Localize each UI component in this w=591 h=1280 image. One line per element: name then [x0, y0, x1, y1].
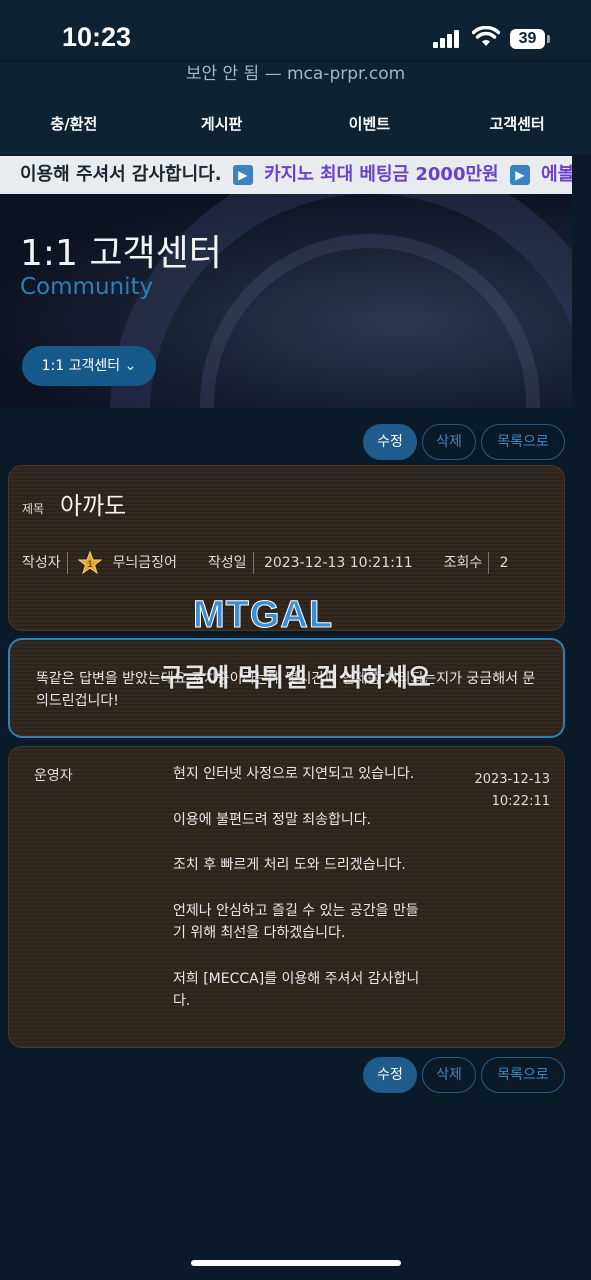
views-label: 조회수 [443, 555, 483, 571]
action-buttons-top: 수정 삭제 목록으로 [363, 424, 565, 460]
author-name[interactable]: 무늬금징어 [113, 555, 177, 571]
nav-item-event[interactable]: 이벤트 [296, 92, 444, 154]
play-icon: ▶ [509, 165, 530, 185]
nav-item-support[interactable]: 고객센터 [443, 92, 591, 154]
edit-button[interactable]: 수정 [363, 1057, 417, 1093]
chevron-down-icon: ⌄ [124, 358, 137, 374]
marquee-text: 카지노 최대 베팅금 2000만원 [264, 164, 499, 185]
post-title: 아까도 [60, 492, 127, 520]
category-dropdown[interactable]: 1:1 고객센터 ⌄ [22, 346, 156, 386]
wifi-icon [472, 26, 500, 46]
reply-date: 2023-12-13 [474, 772, 550, 787]
reply-time: 10:22:11 [491, 794, 550, 809]
home-indicator[interactable] [191, 1260, 401, 1266]
reply-card: 운영자 현지 인터넷 사정으로 지연되고 있습니다. 이용에 불편드려 정말 죄… [8, 746, 565, 1048]
reply-body: 현지 인터넷 사정으로 지연되고 있습니다. 이용에 불편드려 정말 죄송합니다… [173, 763, 423, 1036]
battery-icon: 39 [510, 29, 545, 49]
reply-timestamp: 2023-12-13 10:22:11 [474, 769, 550, 813]
reply-paragraph: 현지 인터넷 사정으로 지연되고 있습니다. [173, 766, 415, 782]
battery-nub [547, 35, 550, 43]
level-number: 1 [88, 559, 93, 569]
watermark-logo: MTGAL [192, 594, 393, 638]
title-label: 제목 [22, 502, 45, 516]
nav-item-board[interactable]: 게시판 [148, 92, 296, 154]
delete-button[interactable]: 삭제 [422, 1057, 476, 1093]
author-label: 작성자 [22, 555, 61, 571]
post-meta: 작성자 1 무늬금징어 작성일 2023-12-13 10:21:11 조회수 … [22, 551, 509, 575]
play-icon: ▶ [232, 165, 253, 185]
reply-paragraph: 조치 후 빠르게 처리 도와 드리겠습니다. [173, 857, 406, 873]
action-buttons-bottom: 수정 삭제 목록으로 [363, 1057, 565, 1093]
reply-author: 운영자 [34, 768, 73, 784]
cellular-signal-icon [433, 30, 463, 48]
page-title: 1:1 고객센터 [20, 233, 222, 274]
back-to-list-button[interactable]: 목록으로 [481, 424, 565, 460]
status-time: 10:23 [62, 22, 132, 52]
back-to-list-button[interactable]: 목록으로 [481, 1057, 565, 1093]
nav-item-deposit[interactable]: 충/환전 [0, 92, 148, 154]
page-subtitle: Community [20, 274, 154, 300]
date-label: 작성일 [207, 555, 247, 571]
notice-marquee: 이용해 주셔서 감사합니다. ▶ 카지노 최대 베팅금 2000만원 ▶ 에볼루… [0, 156, 572, 194]
views-count: 2 [499, 555, 509, 571]
status-bar: 10:23 39 [0, 0, 591, 60]
post-date: 2023-12-13 10:21:11 [263, 555, 413, 571]
edit-button[interactable]: 수정 [363, 424, 417, 460]
marquee-text: 이용해 주셔서 감사합니다. [20, 164, 222, 185]
reply-paragraph: 저희 [MECCA]를 이용해 주셔서 감사합니다. [173, 970, 420, 1010]
watermark-text: 구글에 먹튀갤 검색하세요 [160, 663, 431, 692]
level-star-icon: 1 [78, 551, 103, 575]
marquee-text: 에볼루선 [541, 164, 572, 185]
reply-paragraph: 이용에 불편드려 정말 죄송합니다. [173, 811, 372, 828]
top-nav: 충/환전 게시판 이벤트 고객센터 [0, 92, 591, 154]
watermark-logo-text: MTGAL [192, 594, 334, 637]
page-banner: 1:1 고객센터 Community 1:1 고객센터 ⌄ [0, 194, 572, 408]
browser-url[interactable]: 보안 안 됨 — mca-prpr.com [0, 62, 591, 92]
delete-button[interactable]: 삭제 [422, 424, 476, 460]
category-dropdown-label: 1:1 고객센터 [41, 358, 121, 374]
reply-paragraph: 언제나 안심하고 즐길 수 있는 공간을 만들기 위해 최선을 다하겠습니다. [173, 902, 419, 942]
